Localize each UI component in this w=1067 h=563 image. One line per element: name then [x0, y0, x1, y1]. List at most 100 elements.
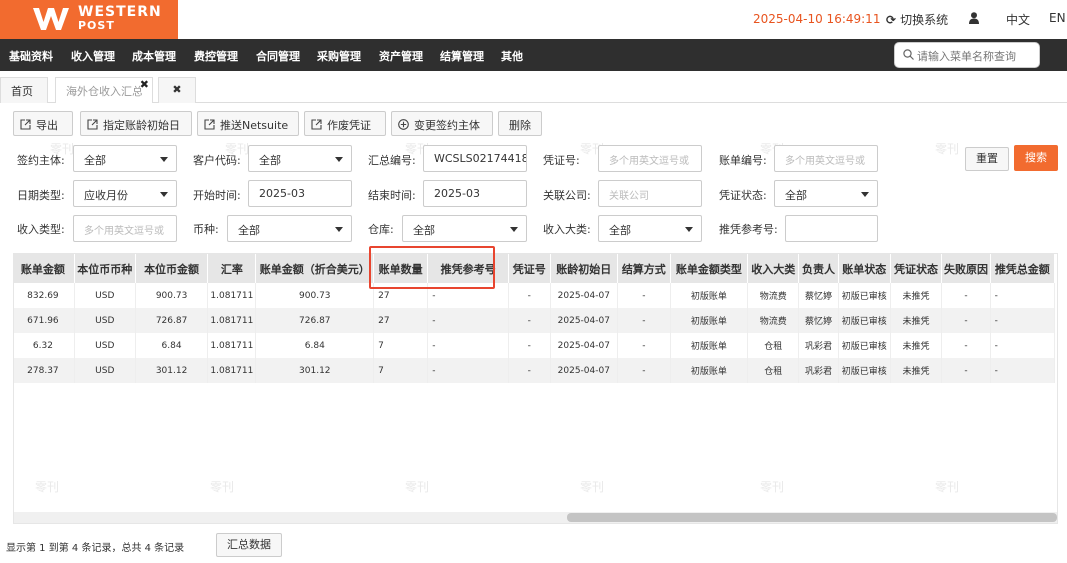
currency-select[interactable]: 全部 [227, 215, 352, 242]
nav-item-income[interactable]: 收入管理 [71, 48, 115, 64]
header-datetime: 2025-04-10 16:49:11 [753, 12, 881, 26]
lang-en-button[interactable]: EN [1049, 11, 1066, 25]
column-header-failure-reason[interactable]: 失败原因 [941, 254, 991, 283]
search-button[interactable]: 搜索 [1014, 145, 1058, 171]
reset-button[interactable]: 重置 [965, 147, 1009, 171]
bill-no-input[interactable]: 多个用英文逗号或 [774, 145, 878, 172]
column-header-settlement-method[interactable]: 结算方式 [617, 254, 671, 283]
cell-voucher-status: 未推凭 [890, 358, 943, 383]
filter-label-related-company: 关联公司: [543, 189, 591, 202]
tab-overseas-income-summary[interactable]: 海外仓收入汇总 ✖ [55, 77, 153, 103]
column-header-bill-status[interactable]: 账单状态 [838, 254, 891, 283]
filter-label-currency: 币种: [193, 223, 219, 236]
voucher-no-input[interactable]: 多个用英文逗号或 [598, 145, 702, 172]
tab-home[interactable]: 首页 [0, 77, 48, 103]
cell-base-currency: USD [74, 283, 136, 308]
main-nav: 基础资料 收入管理 成本管理 费控管理 合同管理 采购管理 资产管理 结算管理 … [0, 39, 1067, 71]
date-type-select[interactable]: 应收月份 [73, 180, 177, 207]
brand-logo[interactable]: WESTERN POST [0, 0, 178, 39]
user-icon[interactable] [969, 12, 979, 24]
delete-button[interactable]: 删除 [498, 111, 542, 136]
cell-income-category: 仓租 [747, 358, 800, 383]
nav-item-basic-data[interactable]: 基础资料 [9, 48, 53, 64]
push-ref-no-input[interactable] [785, 215, 878, 242]
summary-no-input[interactable]: WCSLS02174418 [423, 145, 527, 172]
currency-value: 全部 [238, 224, 260, 237]
cell-base-currency: USD [74, 333, 136, 358]
filter-label-customer-code: 客户代码: [193, 154, 241, 167]
nav-item-contract[interactable]: 合同管理 [256, 48, 300, 64]
cell-push-ref-no: - [427, 333, 510, 358]
column-header-exchange-rate[interactable]: 汇率 [207, 254, 257, 283]
watermark-text: 零刊 [935, 142, 960, 156]
customer-code-select[interactable]: 全部 [248, 145, 352, 172]
cell-voucher-status: 未推凭 [890, 333, 943, 358]
cell-voucher-no: - [508, 308, 551, 333]
lang-zh-button[interactable]: 中文 [1006, 11, 1030, 28]
cell-base-amount: 900.73 [135, 283, 209, 308]
nav-item-purchase[interactable]: 采购管理 [317, 48, 361, 64]
voucher-status-select[interactable]: 全部 [774, 180, 878, 207]
cell-failure-reason: - [941, 283, 991, 308]
export-icon [20, 119, 31, 130]
income-type-input[interactable]: 多个用英文逗号或 [73, 215, 177, 242]
switch-system-label: 切换系统 [900, 13, 949, 27]
column-header-bill-amount-usd[interactable]: 账单金额（折合美元） [255, 254, 375, 283]
income-category-select[interactable]: 全部 [598, 215, 702, 242]
cell-bill-status: 初版已审核 [838, 333, 891, 358]
cell-bill-amount-usd: 900.73 [255, 283, 375, 308]
column-header-voucher-no[interactable]: 凭证号 [508, 254, 551, 283]
column-header-aging-start-date[interactable]: 账龄初始日 [550, 254, 619, 283]
filter-label-income-type: 收入类型: [17, 223, 65, 236]
column-header-base-currency[interactable]: 本位币币种 [74, 254, 136, 283]
export-button[interactable]: 导出 [13, 111, 73, 136]
close-tab-icon[interactable]: ✖ [140, 78, 149, 91]
set-aging-start-button[interactable]: 指定账龄初始日 [80, 111, 192, 136]
scrollbar-thumb[interactable] [567, 513, 1057, 522]
switch-system-button[interactable]: ⟳ 切换系统 [886, 11, 948, 28]
column-header-push-total-amount[interactable]: 推凭总金额 [990, 254, 1056, 283]
nav-item-other[interactable]: 其他 [501, 48, 523, 64]
table-row[interactable]: 832.69 USD 900.73 1.081711 900.73 27- -2025-04… [14, 283, 1056, 308]
income-category-value: 全部 [609, 224, 631, 237]
cell-settlement-method: - [617, 358, 671, 383]
column-header-bill-amount-type[interactable]: 账单金额类型 [670, 254, 749, 283]
related-company-input[interactable]: 关联公司 [598, 180, 702, 207]
menu-search-input[interactable]: 请输入菜单名称查询 [894, 42, 1040, 68]
brand-name-line2: POST [78, 19, 115, 32]
nav-item-asset[interactable]: 资产管理 [379, 48, 423, 64]
nav-item-expense-control[interactable]: 费控管理 [194, 48, 238, 64]
nav-item-settlement[interactable]: 结算管理 [440, 48, 484, 64]
column-header-base-amount[interactable]: 本位币金额 [135, 254, 209, 283]
start-time-input[interactable]: 2025-03 [248, 180, 352, 207]
table-row[interactable]: 6.32 USD 6.84 1.081711 6.84 7- -2025-04-07- 初版账… [14, 333, 1056, 358]
cell-bill-amount-usd: 6.84 [255, 333, 375, 358]
cell-base-currency: USD [74, 308, 136, 333]
push-netsuite-button[interactable]: 推送Netsuite [197, 111, 299, 136]
close-icon: ✖ [172, 83, 182, 96]
chevron-down-icon [685, 227, 693, 232]
change-entity-button[interactable]: 变更签约主体 [391, 111, 493, 136]
end-time-input[interactable]: 2025-03 [423, 180, 527, 207]
column-header-income-category[interactable]: 收入大类 [747, 254, 800, 283]
export-label: 导出 [36, 119, 58, 132]
table-row[interactable]: 671.96 USD 726.87 1.081711 726.87 27- -2025-04… [14, 308, 1056, 333]
summary-data-button[interactable]: 汇总数据 [216, 533, 282, 557]
column-header-voucher-status[interactable]: 凭证状态 [890, 254, 943, 283]
table-row[interactable]: 278.37 USD 301.12 1.081711 301.12 7- -2025-04-… [14, 358, 1056, 383]
cell-exchange-rate: 1.081711 [207, 358, 257, 383]
cell-income-category: 物流费 [747, 283, 800, 308]
column-header-bill-amount[interactable]: 账单金额 [14, 254, 75, 283]
warehouse-select[interactable]: 全部 [402, 215, 527, 242]
cell-aging-start-date: 2025-04-07 [550, 333, 619, 358]
cell-push-ref-no: - [427, 308, 510, 333]
column-header-owner[interactable]: 负责人 [798, 254, 839, 283]
tab-close-others[interactable]: ✖ [158, 77, 196, 103]
contract-entity-select[interactable]: 全部 [73, 145, 177, 172]
void-voucher-button[interactable]: 作废凭证 [304, 111, 386, 136]
cell-bill-status: 初版已审核 [838, 308, 891, 333]
horizontal-scrollbar[interactable] [14, 512, 1057, 523]
chevron-down-icon [510, 227, 518, 232]
page-tabs: 首页 海外仓收入汇总 ✖ ✖ [0, 77, 1067, 103]
nav-item-cost[interactable]: 成本管理 [132, 48, 176, 64]
